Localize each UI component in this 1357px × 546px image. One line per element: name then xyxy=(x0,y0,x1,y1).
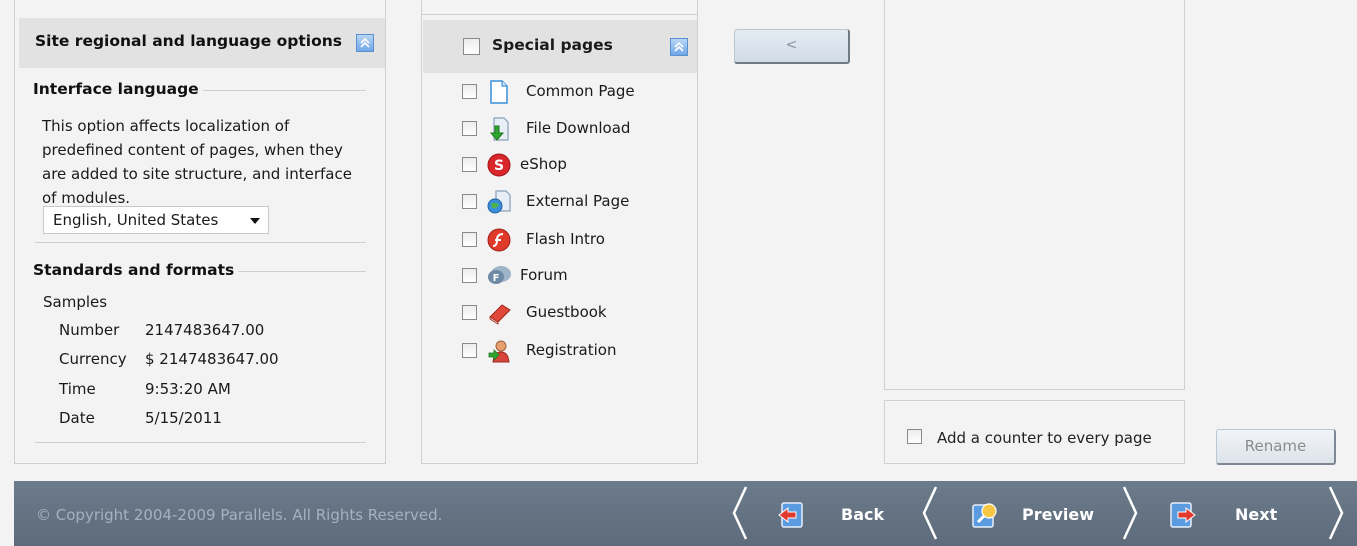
page-item-common-page[interactable]: Common Page xyxy=(422,76,692,106)
forum-icon: F xyxy=(486,263,512,289)
preview-label: Preview xyxy=(1022,505,1095,524)
regional-options-header: Site regional and language options xyxy=(19,18,385,68)
eshop-icon: S xyxy=(486,152,512,178)
page-label: Guestbook xyxy=(526,303,607,321)
page-label: Common Page xyxy=(526,82,635,100)
next-button[interactable]: Next xyxy=(1154,487,1314,541)
regional-options-title: Site regional and language options xyxy=(35,32,342,50)
back-arrow-icon xyxy=(776,500,806,530)
copyright-text: © Copyright 2004-2009 Parallels. All Rig… xyxy=(36,506,443,524)
sample-time-label: Time xyxy=(59,380,96,398)
flash-intro-icon xyxy=(486,227,512,253)
collapse-icon[interactable] xyxy=(670,38,688,56)
page-checkbox[interactable] xyxy=(462,157,477,172)
counter-options-box: Add a counter to every page xyxy=(884,400,1185,464)
add-counter-checkbox[interactable] xyxy=(907,429,922,444)
nav-separator-icon xyxy=(1122,486,1138,540)
sample-number-value: 2147483647.00 xyxy=(145,321,265,339)
page-label: Forum xyxy=(520,266,568,284)
next-label: Next xyxy=(1235,505,1278,524)
chevron-down-icon xyxy=(250,218,260,224)
nav-separator-icon xyxy=(732,486,748,540)
common-page-icon xyxy=(486,79,512,105)
page-checkbox[interactable] xyxy=(462,121,477,136)
back-button[interactable]: Back xyxy=(762,487,902,541)
sample-date-value: 5/15/2011 xyxy=(145,409,222,427)
page-item-registration[interactable]: Registration xyxy=(422,335,692,365)
interface-language-title: Interface language xyxy=(33,80,203,98)
sample-currency-value: $ 2147483647.00 xyxy=(145,350,279,368)
page-checkbox[interactable] xyxy=(462,305,477,320)
wizard-footer: © Copyright 2004-2009 Parallels. All Rig… xyxy=(14,481,1357,546)
standards-formats-title: Standards and formats xyxy=(33,261,239,279)
back-label: Back xyxy=(841,505,885,524)
page-checkbox[interactable] xyxy=(462,268,477,283)
page-item-forum[interactable]: F Forum xyxy=(422,260,692,290)
page-item-guestbook[interactable]: Guestbook xyxy=(422,297,692,327)
page-checkbox[interactable] xyxy=(462,194,477,209)
svg-text:S: S xyxy=(494,158,504,174)
samples-label: Samples xyxy=(43,293,108,311)
sample-number-label: Number xyxy=(59,321,120,339)
file-download-icon xyxy=(486,116,512,142)
page-label: eShop xyxy=(520,155,567,173)
regional-options-panel: Site regional and language options Inter… xyxy=(14,0,386,464)
interface-language-value: English, United States xyxy=(53,211,219,229)
move-left-button[interactable]: < xyxy=(734,29,850,64)
page-item-file-download[interactable]: File Download xyxy=(422,113,692,143)
next-arrow-icon xyxy=(1168,500,1198,530)
nav-separator-icon xyxy=(922,486,938,540)
page-checkbox[interactable] xyxy=(462,84,477,99)
registration-icon xyxy=(486,338,512,364)
page-checkbox[interactable] xyxy=(462,343,477,358)
page-label: Registration xyxy=(526,341,617,359)
site-structure-list[interactable] xyxy=(884,0,1185,390)
external-page-icon xyxy=(486,189,512,215)
collapse-icon[interactable] xyxy=(356,34,374,52)
select-all-checkbox[interactable] xyxy=(463,38,480,55)
svg-text:F: F xyxy=(493,273,500,284)
preview-icon xyxy=(970,500,1000,530)
section-divider xyxy=(35,242,366,243)
sample-time-value: 9:53:20 AM xyxy=(145,380,231,398)
page-item-external-page[interactable]: External Page xyxy=(422,186,692,216)
nav-separator-icon xyxy=(1328,486,1344,540)
special-pages-title: Special pages xyxy=(492,36,613,54)
special-pages-panel: Special pages Common Page File Download … xyxy=(421,0,698,464)
page-checkbox[interactable] xyxy=(462,232,477,247)
sample-currency-label: Currency xyxy=(59,350,127,368)
page-item-flash-intro[interactable]: Flash Intro xyxy=(422,224,692,254)
interface-language-description: This option affects localization of pred… xyxy=(42,117,352,207)
page-item-eshop[interactable]: S eShop xyxy=(422,149,692,179)
section-divider xyxy=(35,442,366,443)
page-label: Flash Intro xyxy=(526,230,605,248)
special-pages-header: Special pages xyxy=(423,20,697,73)
rename-button[interactable]: Rename xyxy=(1216,429,1336,465)
preview-button[interactable]: Preview xyxy=(954,487,1114,541)
page-label: External Page xyxy=(526,192,630,210)
add-counter-label: Add a counter to every page xyxy=(937,429,1152,447)
sample-date-label: Date xyxy=(59,409,95,427)
interface-language-select[interactable]: English, United States xyxy=(43,206,269,234)
panel-divider xyxy=(422,14,697,15)
page-label: File Download xyxy=(526,119,631,137)
guestbook-icon xyxy=(486,300,512,326)
